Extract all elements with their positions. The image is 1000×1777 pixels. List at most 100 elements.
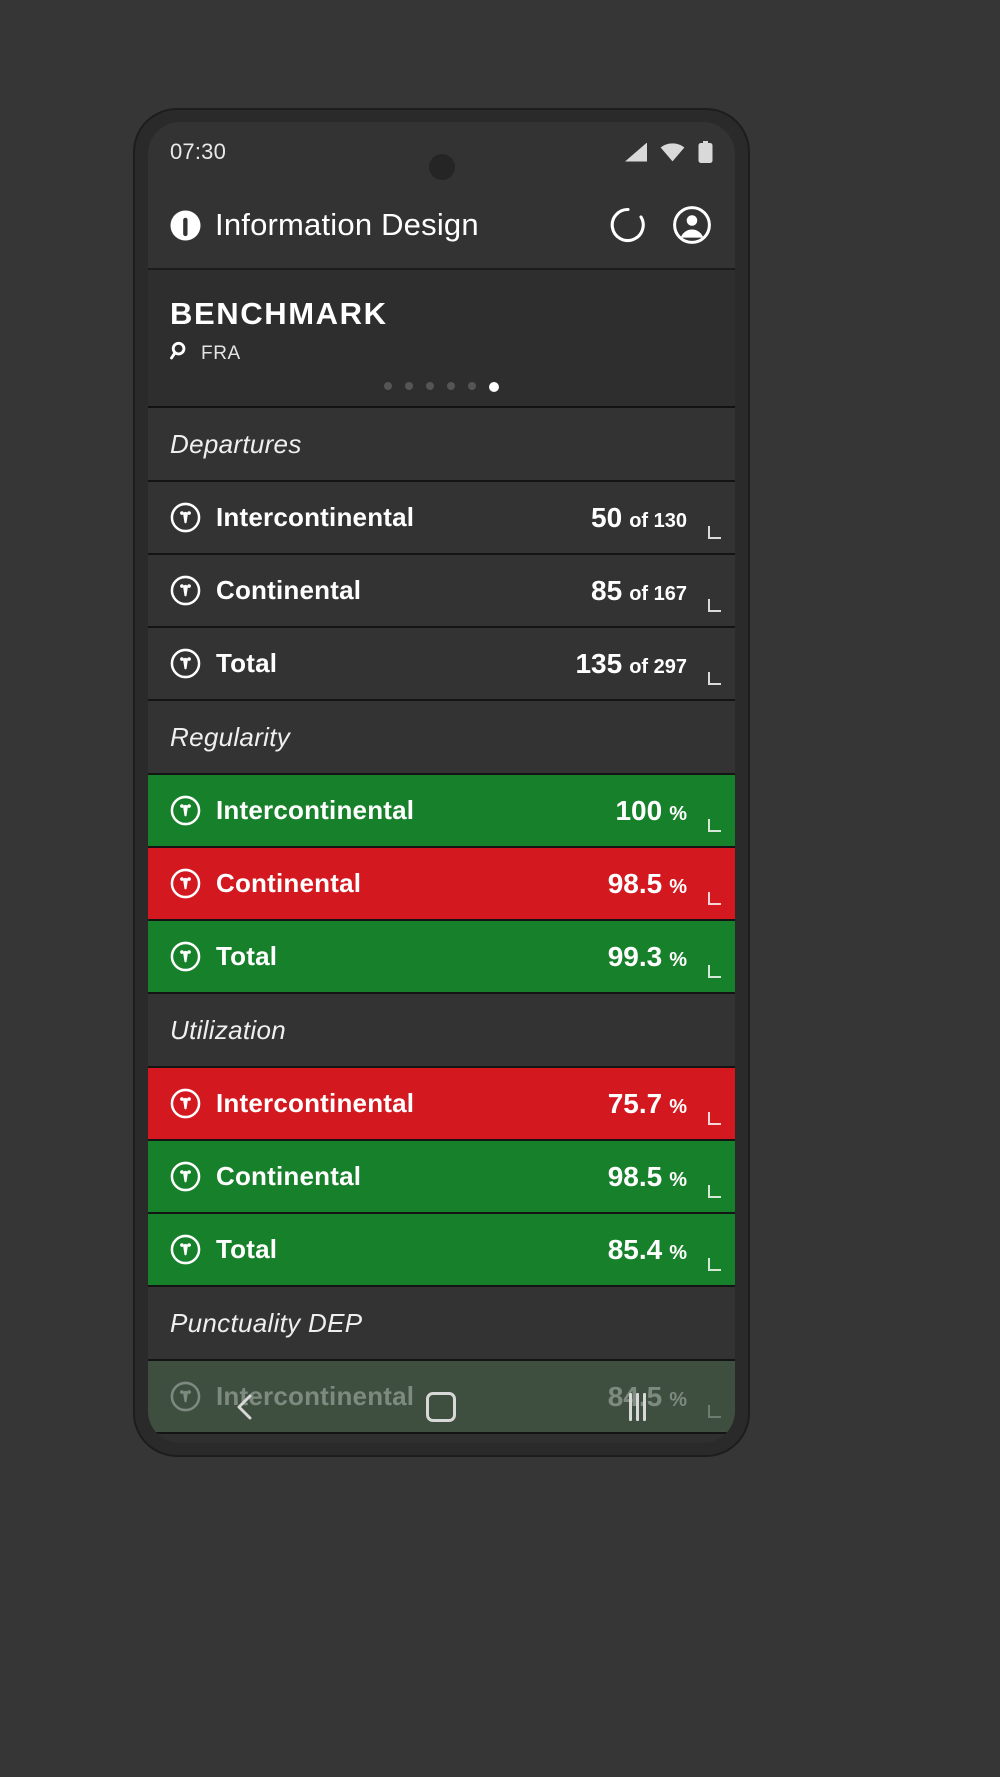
account-icon[interactable] [671, 204, 713, 246]
expand-corner-icon[interactable] [708, 526, 721, 539]
metric-row[interactable]: Continental 98.5% [148, 1141, 735, 1214]
metric-label: Total [216, 941, 278, 971]
signal-icon [625, 142, 647, 162]
home-icon[interactable] [412, 1378, 470, 1436]
metric-value: 75.7 [607, 1087, 663, 1119]
page-dot[interactable] [405, 382, 413, 390]
metric-row[interactable]: Total 135 of 297 [148, 628, 735, 701]
info-icon[interactable] [170, 648, 201, 679]
info-icon[interactable] [170, 1381, 201, 1412]
screenshot-root: 07:30 Information Design BENCHMARK FRA D… [0, 0, 1000, 1777]
metric-value: 135 [575, 647, 623, 679]
info-icon[interactable] [170, 1234, 201, 1265]
metric-label: Continental [216, 868, 362, 898]
metric-row[interactable]: Intercontinental 75.7% [148, 1068, 735, 1141]
phone-frame: 07:30 Information Design BENCHMARK FRA D… [135, 110, 748, 1455]
info-icon[interactable] [170, 1088, 201, 1119]
page-dot[interactable] [468, 382, 476, 390]
expand-corner-icon[interactable] [708, 892, 721, 905]
metric-value: 98.5 [607, 867, 663, 899]
metric-row[interactable]: Continental 98.5% [148, 848, 735, 921]
phone-screen: 07:30 Information Design BENCHMARK FRA D… [148, 122, 735, 1443]
section-heading-label: Utilization [170, 1014, 287, 1045]
expand-corner-icon[interactable] [708, 1112, 721, 1125]
metric-row[interactable]: Total 99.3% [148, 921, 735, 994]
benchmark-header[interactable]: BENCHMARK FRA [148, 270, 735, 408]
metric-value-group: 135 of 297 [575, 648, 713, 680]
page-dot[interactable] [489, 382, 499, 392]
info-icon[interactable] [170, 1161, 201, 1192]
info-icon[interactable] [170, 502, 201, 533]
metric-value: 85.4 [607, 1233, 663, 1265]
benchmark-filter[interactable]: FRA [170, 341, 713, 367]
section-heading: Punctuality DEP [148, 1287, 735, 1361]
metric-unit: % [669, 1168, 687, 1191]
metric-value-group: 75.7% [608, 1088, 713, 1120]
info-icon[interactable] [170, 575, 201, 606]
expand-corner-icon[interactable] [708, 1185, 721, 1198]
page-dots[interactable] [148, 382, 735, 392]
battery-icon [698, 141, 713, 163]
metric-unit: % [669, 875, 687, 898]
info-icon[interactable] [170, 941, 201, 972]
status-clock: 07:30 [170, 139, 227, 164]
expand-corner-icon[interactable] [708, 1258, 721, 1271]
metric-label: Continental [216, 575, 362, 605]
metric-unit: % [669, 1095, 687, 1118]
metric-unit: % [669, 1388, 687, 1411]
expand-corner-icon[interactable] [708, 965, 721, 978]
metric-value-group: 85.4% [608, 1234, 713, 1266]
section-heading-label: Departures [170, 428, 302, 459]
section-heading: Regularity [148, 701, 735, 775]
info-icon[interactable] [170, 868, 201, 899]
metric-value-group: 98.5% [608, 868, 713, 900]
back-icon[interactable] [217, 1378, 275, 1436]
status-icons [625, 141, 713, 163]
metric-unit: of 297 [629, 655, 687, 678]
metric-row[interactable]: Intercontinental 50 of 130 [148, 482, 735, 555]
metric-value: 50 [591, 501, 623, 533]
page-dot[interactable] [447, 382, 455, 390]
metric-value-group: 99.3% [608, 941, 713, 973]
metric-label: Total [216, 1234, 278, 1264]
app-bar: Information Design [148, 182, 735, 270]
metric-unit: of 130 [629, 509, 687, 532]
metric-value-group: 85 of 167 [591, 575, 713, 607]
metric-label: Intercontinental [216, 1088, 415, 1118]
page-dot[interactable] [384, 382, 392, 390]
metric-unit: % [669, 948, 687, 971]
recents-icon[interactable] [608, 1378, 666, 1436]
section-heading-label: Punctuality DEP [170, 1307, 363, 1338]
app-title: Information Design [215, 207, 479, 242]
wifi-icon [660, 142, 685, 162]
section-heading: Utilization [148, 994, 735, 1068]
app-logo-icon [170, 209, 201, 241]
metric-value: 98.5 [607, 1160, 663, 1192]
expand-corner-icon[interactable] [708, 672, 721, 685]
android-nav-bar [148, 1371, 735, 1443]
metric-label: Intercontinental [216, 502, 415, 532]
status-bar: 07:30 [148, 122, 735, 182]
expand-corner-icon[interactable] [708, 1405, 721, 1418]
content-list: Departures Intercontinental 50 of 130 Contin… [148, 408, 735, 1434]
metric-value-group: 100% [615, 795, 713, 827]
page-title: BENCHMARK [170, 296, 388, 331]
metric-row[interactable]: Continental 85 of 167 [148, 555, 735, 628]
app-bar-actions [607, 204, 713, 246]
search-icon [170, 341, 191, 367]
metric-value: 99.3 [607, 940, 663, 972]
expand-corner-icon[interactable] [708, 819, 721, 832]
metric-row[interactable]: Total 85.4% [148, 1214, 735, 1287]
refresh-icon[interactable] [607, 204, 649, 246]
metric-row[interactable]: Intercontinental 100% [148, 775, 735, 848]
metric-unit: % [669, 1241, 687, 1264]
expand-corner-icon[interactable] [708, 599, 721, 612]
metric-label: Total [216, 648, 278, 678]
metric-value: 85 [591, 574, 623, 606]
benchmark-filter-value: FRA [201, 343, 241, 364]
info-icon[interactable] [170, 795, 201, 826]
section-heading: Departures [148, 408, 735, 482]
page-dot[interactable] [426, 382, 434, 390]
metric-unit: % [669, 802, 687, 825]
metric-label: Intercontinental [216, 795, 415, 825]
